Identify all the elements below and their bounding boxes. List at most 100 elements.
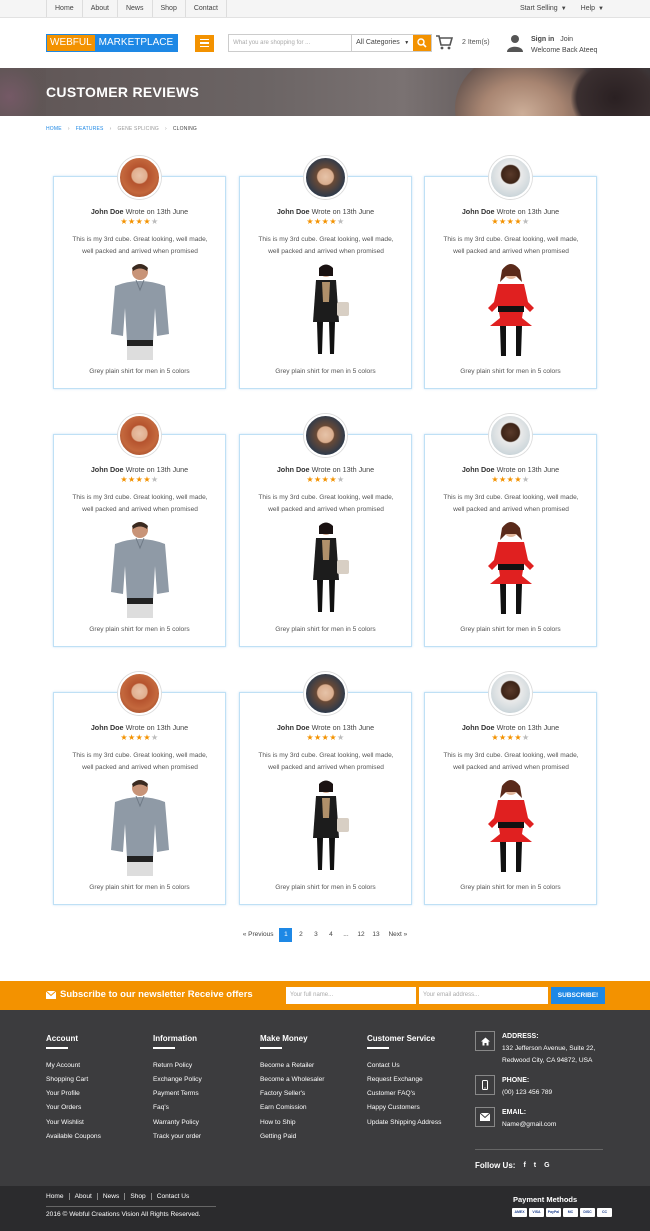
breadcrumb-features[interactable]: FEATURES <box>76 126 104 132</box>
footer-link[interactable]: Getting Paid <box>260 1130 325 1144</box>
search-input[interactable]: What you are shopping for ... <box>229 35 353 51</box>
product-caption[interactable]: Grey plain shirt for men in 5 colors <box>54 884 225 891</box>
product-image[interactable] <box>293 262 359 360</box>
pagination-next[interactable]: Next » <box>384 928 411 942</box>
caret-down-icon: ▼ <box>560 6 567 12</box>
star-icon: ★ <box>498 475 507 484</box>
product-caption[interactable]: Grey plain shirt for men in 5 colors <box>240 884 411 891</box>
footer-link[interactable]: Track your order <box>153 1130 202 1144</box>
footer-link[interactable]: Become a Retailer <box>260 1059 325 1073</box>
breadcrumb-separator: › <box>109 126 112 132</box>
sign-in-link[interactable]: Sign in <box>531 36 554 43</box>
product-image[interactable] <box>107 520 173 618</box>
footer-link[interactable]: Customer FAQ's <box>367 1087 441 1101</box>
pagination: « Previous 1 2 3 4 ... 12 13 Next » <box>0 928 650 942</box>
caret-down-icon: ▼ <box>598 6 604 12</box>
top-nav-shop[interactable]: Shop <box>153 0 186 17</box>
pagination-page[interactable]: 1 <box>279 928 293 942</box>
cart-widget[interactable]: 2 Item(s) <box>436 35 490 50</box>
reviewer-name: John Doe <box>276 207 310 216</box>
bottom-nav-news[interactable]: News <box>98 1193 126 1200</box>
product-image[interactable] <box>478 520 544 618</box>
reviewer-name: John Doe <box>461 207 495 216</box>
twitter-icon[interactable]: t <box>534 1162 536 1169</box>
product-caption[interactable]: Grey plain shirt for men in 5 colors <box>54 368 225 375</box>
product-caption[interactable]: Grey plain shirt for men in 5 colors <box>425 884 596 891</box>
footer-link[interactable]: How to Ship <box>260 1116 325 1130</box>
footer-link[interactable]: My Account <box>46 1059 101 1073</box>
pagination-page[interactable]: 12 <box>354 928 367 942</box>
pagination-page[interactable]: 13 <box>369 928 382 942</box>
search-button[interactable] <box>413 35 432 51</box>
help-dropdown[interactable]: Help ▼ <box>581 5 604 12</box>
email-label: EMAIL: <box>502 1109 527 1116</box>
footer-link[interactable]: Shopping Cart <box>46 1073 101 1087</box>
footer-link[interactable]: Faq's <box>153 1101 202 1115</box>
footer-link[interactable]: Your Wishlist <box>46 1116 101 1130</box>
product-image[interactable] <box>293 778 359 876</box>
star-icon: ★ <box>491 217 499 226</box>
footer-link[interactable]: Your Profile <box>46 1087 101 1101</box>
footer-link[interactable]: Happy Customers <box>367 1101 441 1115</box>
start-selling-dropdown[interactable]: Start Selling ▼ <box>520 5 567 12</box>
review-card: John Doe Wrote on 13th June ★★★★★ This is … <box>424 414 597 647</box>
pagination-page[interactable]: 2 <box>294 928 307 942</box>
star-icon: ★ <box>329 733 337 742</box>
footer-link[interactable]: Payment Terms <box>153 1087 202 1101</box>
footer-link[interactable]: Factory Seller's <box>260 1087 325 1101</box>
star-icon: ★ <box>143 733 151 742</box>
footer-link[interactable]: Exchange Policy <box>153 1073 202 1087</box>
footer-link[interactable]: Update Shipping Address <box>367 1116 441 1130</box>
footer-link[interactable]: Become a Wholesaler <box>260 1073 325 1087</box>
facebook-icon[interactable]: f <box>523 1162 525 1169</box>
bottom-nav-shop[interactable]: Shop <box>125 1193 152 1200</box>
pagination-page[interactable]: 4 <box>324 928 337 942</box>
product-image[interactable] <box>478 262 544 360</box>
reviewer-avatar <box>489 414 532 457</box>
category-select[interactable]: All Categories <box>352 35 413 51</box>
footer-link[interactable]: Return Policy <box>153 1059 202 1073</box>
hamburger-menu-button[interactable] <box>195 34 215 52</box>
newsletter-email-input[interactable]: Your email address... <box>419 987 548 1004</box>
review-text: This is my 3rd cube. Great looking, well… <box>72 494 208 513</box>
footer-link[interactable]: Earn Comission <box>260 1101 325 1115</box>
star-icon: ★ <box>127 475 136 484</box>
top-nav-about[interactable]: About <box>83 0 118 17</box>
bottom-nav-contact[interactable]: Contact Us <box>152 1193 195 1200</box>
product-caption[interactable]: Grey plain shirt for men in 5 colors <box>54 626 225 633</box>
product-caption[interactable]: Grey plain shirt for men in 5 colors <box>425 368 596 375</box>
pagination-page[interactable]: 3 <box>309 928 322 942</box>
footer: Account My Account Shopping Cart Your Pr… <box>0 1010 650 1186</box>
product-caption[interactable]: Grey plain shirt for men in 5 colors <box>240 626 411 633</box>
site-logo[interactable]: WEBFUL MARKETPLACE <box>46 34 179 52</box>
product-caption[interactable]: Grey plain shirt for men in 5 colors <box>240 368 411 375</box>
product-image[interactable] <box>107 262 173 360</box>
footer-link[interactable]: Your Orders <box>46 1101 101 1115</box>
footer-link[interactable]: Available Coupons <box>46 1130 101 1144</box>
google-plus-icon[interactable]: G <box>544 1162 549 1169</box>
review-author: John Doe Wrote on 13th June <box>240 465 411 474</box>
join-link[interactable]: Join <box>560 36 573 43</box>
footer-link[interactable]: Warranty Policy <box>153 1116 202 1130</box>
bottom-nav-home[interactable]: Home <box>46 1193 70 1200</box>
product-image[interactable] <box>293 520 359 618</box>
star-rating: ★★★★★ <box>425 217 596 226</box>
newsletter-name-input[interactable]: Your full name... <box>286 987 416 1004</box>
top-nav-home[interactable]: Home <box>46 0 83 17</box>
email-text[interactable]: Name@gmail.com <box>502 1119 556 1131</box>
top-nav-contact[interactable]: Contact <box>186 0 227 17</box>
breadcrumb-gene-splicing[interactable]: GENE SPLICING <box>117 126 159 132</box>
footer-link[interactable]: Contact Us <box>367 1059 441 1073</box>
bottom-nav-about[interactable]: About <box>70 1193 98 1200</box>
pagination-previous[interactable]: « Previous <box>239 928 278 942</box>
product-image[interactable] <box>478 778 544 876</box>
breadcrumb-home[interactable]: HOME <box>46 126 62 132</box>
product-caption[interactable]: Grey plain shirt for men in 5 colors <box>425 626 596 633</box>
top-nav-news[interactable]: News <box>118 0 153 17</box>
breadcrumb-separator: › <box>67 126 70 132</box>
product-image[interactable] <box>107 778 173 876</box>
star-icon: ★ <box>120 733 128 742</box>
reviewer-avatar <box>489 672 532 715</box>
subscribe-button[interactable]: SUBSCRIBE! <box>551 987 605 1004</box>
footer-link[interactable]: Request Exchange <box>367 1073 441 1087</box>
